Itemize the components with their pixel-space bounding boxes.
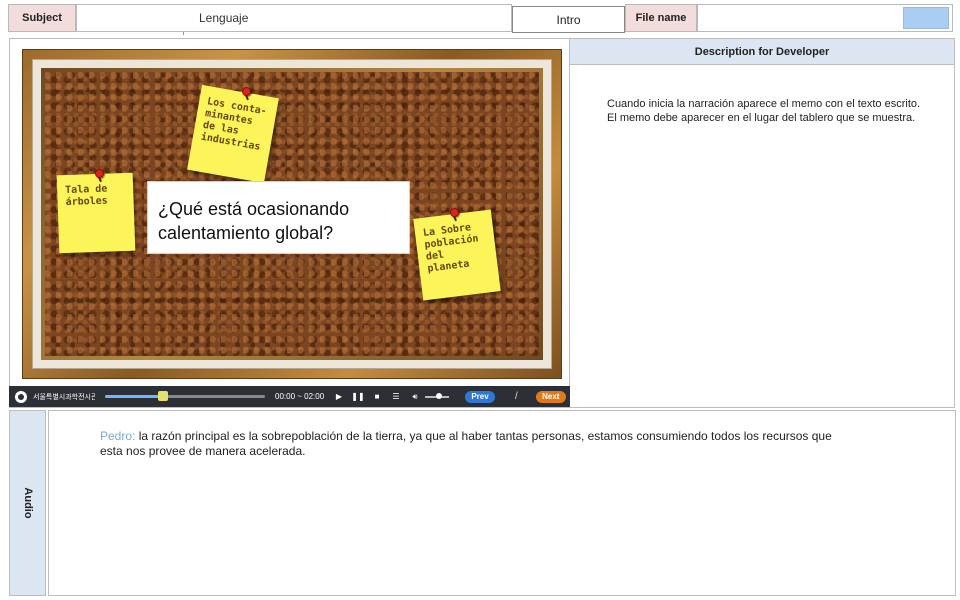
question-card: ¿Qué está ocasionando calentamiento glob… bbox=[147, 181, 410, 254]
subject-field: Lenguaje bbox=[76, 4, 512, 32]
memo-sobrepoblacion: La Sobre población del planeta bbox=[413, 209, 501, 301]
progress-track[interactable] bbox=[105, 391, 265, 401]
file-name-field bbox=[697, 4, 953, 32]
screen-name-field: Intro bbox=[512, 6, 625, 33]
description-title: Description for Developer bbox=[570, 39, 954, 65]
organization-name: 서울특별시과학전시관 bbox=[33, 393, 95, 401]
player-bar: 서울특별시과학전시관 00:00 ~ 02:00 ▶ ❚❚ ■ ☰ 🔊︎ Pre… bbox=[9, 386, 570, 407]
volume-icon[interactable]: 🔊︎ bbox=[408, 390, 422, 404]
time-readout: 00:00 ~ 02:00 bbox=[275, 392, 325, 401]
screen-name-value: Intro bbox=[556, 12, 581, 27]
memo-contaminantes: Los conta- minantes de las industrias bbox=[187, 84, 279, 184]
speaker-name: Pedro: bbox=[100, 429, 136, 443]
menu-icon[interactable]: ☰ bbox=[389, 390, 403, 404]
audio-script: Pedro: la razón principal es la sobrepob… bbox=[100, 429, 840, 459]
audio-line: la razón principal es la sobrepoblación … bbox=[100, 429, 832, 458]
play-icon[interactable]: ▶ bbox=[332, 390, 346, 404]
audio-script-panel: Pedro: la razón principal es la sobrepob… bbox=[48, 410, 956, 596]
progress-fill bbox=[105, 395, 163, 398]
subject-label: Subject bbox=[8, 4, 76, 32]
file-color-swatch bbox=[903, 7, 949, 29]
next-button[interactable]: Next bbox=[535, 390, 566, 403]
audio-label-text: Audio bbox=[21, 487, 34, 519]
organization-logo-icon bbox=[15, 390, 27, 403]
description-text: Cuando inicia la narración aparece el me… bbox=[607, 98, 921, 124]
question-text: ¿Qué está ocasionando calentamiento glob… bbox=[158, 199, 350, 243]
page-separator: / bbox=[515, 391, 518, 402]
subject-value: Lenguaje bbox=[199, 11, 249, 25]
header-divider-tick bbox=[183, 32, 184, 35]
file-name-label: File name bbox=[625, 4, 697, 32]
volume-handle[interactable] bbox=[435, 392, 442, 399]
pushpin-icon bbox=[242, 87, 251, 96]
memo-text: Los conta- minantes de las industrias bbox=[200, 96, 268, 153]
memo-text: Tala de árboles bbox=[65, 183, 108, 209]
developer-description-panel: Description for Developer Cuando inicia … bbox=[570, 38, 955, 408]
pause-icon[interactable]: ❚❚ bbox=[351, 390, 365, 404]
screen-preview: Los conta- minantes de las industrias Ta… bbox=[9, 38, 570, 408]
pushpin-icon bbox=[450, 208, 459, 217]
volume-slider[interactable] bbox=[425, 392, 449, 399]
memo-tala: Tala de árboles bbox=[56, 172, 136, 254]
pushpin-icon bbox=[95, 169, 104, 178]
stop-icon[interactable]: ■ bbox=[370, 390, 384, 404]
memo-text: La Sobre población del planeta bbox=[422, 222, 480, 275]
progress-handle[interactable] bbox=[157, 391, 168, 401]
audio-label: Audio bbox=[9, 410, 46, 596]
prev-button[interactable]: Prev bbox=[465, 390, 495, 403]
